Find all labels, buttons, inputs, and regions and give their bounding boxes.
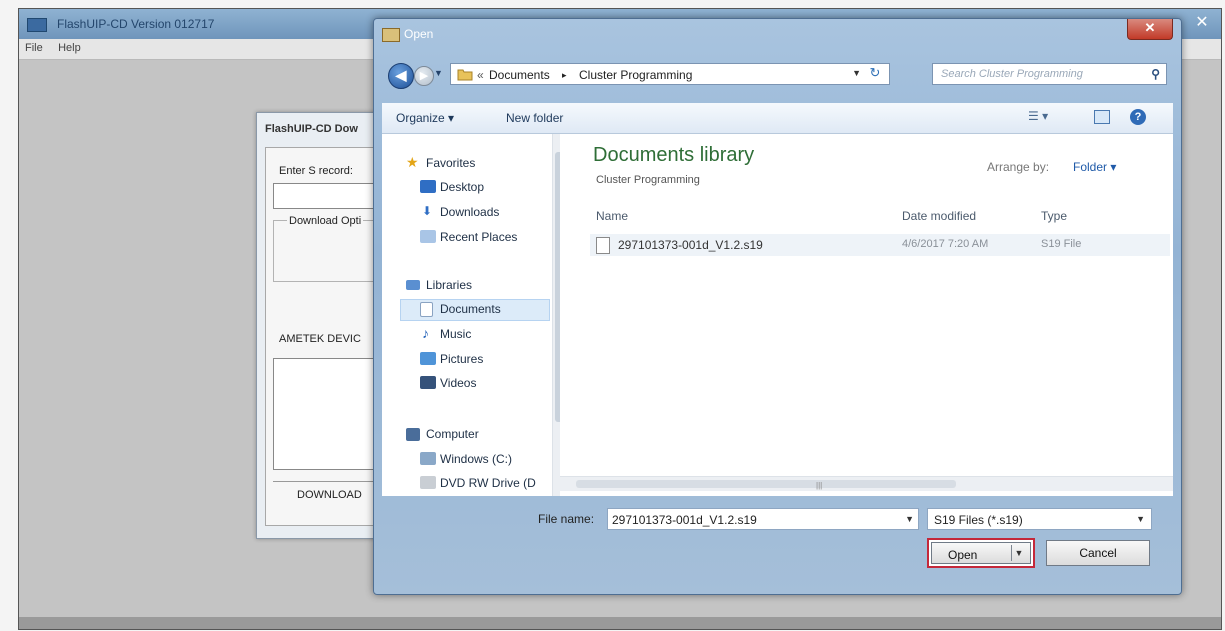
open-split-dropdown-icon[interactable]: ▼	[1011, 545, 1026, 561]
nav-libraries[interactable]: Libraries	[426, 278, 472, 292]
folder-icon	[457, 69, 473, 81]
pictures-icon	[420, 352, 436, 365]
nav-music[interactable]: Music	[440, 327, 471, 341]
preview-pane-icon[interactable]	[1094, 110, 1110, 124]
srecord-label: Enter S record:	[279, 165, 353, 177]
cancel-button[interactable]: Cancel	[1046, 540, 1150, 566]
nav-computer[interactable]: Computer	[426, 427, 479, 441]
computer-icon	[406, 428, 420, 441]
documents-icon	[420, 302, 433, 317]
file-date-modified: 4/6/2017 7:20 AM	[902, 238, 989, 250]
ametek-devices-label: AMETEK DEVIC	[279, 333, 361, 345]
column-header-name[interactable]: Name	[596, 209, 628, 223]
forward-button[interactable]: ▶	[414, 66, 434, 86]
filetype-dropdown-icon[interactable]: ▼	[1136, 514, 1145, 524]
scroll-grip-icon: |||	[816, 481, 823, 490]
column-header-date-modified[interactable]: Date modified	[902, 209, 976, 223]
navigation-pane: ★ Favorites Desktop ⬇ Downloads Recent P…	[382, 134, 561, 496]
close-button[interactable]: ✕	[1127, 19, 1173, 40]
nav-dvd-drive[interactable]: DVD RW Drive (D	[440, 476, 536, 490]
open-button-highlight: Open ▼	[927, 538, 1035, 568]
drive-icon	[420, 452, 436, 465]
srecord-input[interactable]	[273, 183, 375, 209]
nav-desktop[interactable]: Desktop	[440, 180, 484, 194]
nav-videos[interactable]: Videos	[440, 376, 476, 390]
dvd-drive-icon	[420, 476, 436, 489]
open-button[interactable]: Open ▼	[931, 542, 1031, 564]
menu-help[interactable]: Help	[52, 39, 87, 57]
menu-file[interactable]: File	[19, 39, 49, 57]
search-placeholder: Search Cluster Programming	[941, 68, 1083, 80]
help-icon[interactable]: ?	[1130, 109, 1146, 125]
file-list-pane: Documents library Cluster Programming Ar…	[560, 134, 1173, 496]
nav-documents[interactable]: Documents	[440, 302, 501, 316]
filetype-select[interactable]: S19 Files (*.s19) ▼	[927, 508, 1152, 530]
music-icon: ♪	[422, 325, 429, 341]
desktop-icon	[420, 180, 436, 193]
ametek-devices-list[interactable]	[273, 358, 385, 470]
breadcrumb-cluster-programming[interactable]: Cluster Programming	[579, 68, 692, 82]
file-type: S19 File	[1041, 238, 1082, 250]
arrange-by-label: Arrange by:	[987, 160, 1050, 174]
open-dialog-title: Open	[404, 27, 434, 41]
new-folder-button[interactable]: New folder	[506, 111, 563, 125]
change-view-icon[interactable]: ☰ ▾	[1028, 109, 1048, 123]
libraries-icon	[406, 280, 420, 290]
downloads-icon: ⬇	[422, 204, 433, 218]
column-header-type[interactable]: Type	[1041, 209, 1067, 223]
file-name: 297101373-001d_V1.2.s19	[618, 238, 763, 252]
videos-icon	[420, 376, 436, 389]
filename-value: 297101373-001d_V1.2.s19	[612, 513, 757, 527]
app-title: FlashUIP-CD Version 012717	[57, 17, 215, 31]
back-button[interactable]: ◀	[388, 63, 414, 89]
file-icon	[596, 237, 610, 254]
arrange-by-dropdown[interactable]: Folder ▾	[1073, 160, 1116, 174]
filename-label: File name:	[538, 512, 595, 526]
open-file-dialog: Open ✕ ◀ ▶ ▼ « Documents ▸ Cluster Progr…	[373, 18, 1182, 595]
nav-favorites[interactable]: Favorites	[426, 156, 475, 170]
library-subtitle: Cluster Programming	[596, 174, 700, 186]
search-icon[interactable]: ⚲	[1151, 67, 1160, 81]
app-close-button[interactable]: ✕	[1191, 13, 1213, 33]
open-button-label: Open	[948, 548, 978, 562]
download-options-label: Download Opti	[287, 215, 364, 227]
search-input[interactable]: Search Cluster Programming ⚲	[932, 63, 1167, 85]
organize-button[interactable]: Organize ▾	[396, 111, 454, 125]
filetype-value: S19 Files (*.s19)	[934, 513, 1023, 527]
file-row[interactable]: 297101373-001d_V1.2.s19 4/6/2017 7:20 AM…	[590, 234, 1170, 256]
address-bar[interactable]: « Documents ▸ Cluster Programming ▼ ↻	[450, 63, 890, 85]
horizontal-scrollbar[interactable]: |||	[560, 476, 1173, 491]
nav-windows-c[interactable]: Windows (C:)	[440, 452, 512, 466]
filename-dropdown-icon[interactable]: ▼	[905, 514, 914, 524]
breadcrumb-documents[interactable]: Documents	[489, 68, 550, 82]
address-dropdown-icon[interactable]: ▼	[852, 68, 861, 78]
nav-pictures[interactable]: Pictures	[440, 352, 483, 366]
address-overflow: «	[477, 68, 484, 82]
app-statusbar	[19, 617, 1221, 629]
library-title: Documents library	[593, 144, 755, 166]
horizontal-scroll-thumb[interactable]: |||	[576, 480, 956, 490]
nav-recent-places[interactable]: Recent Places	[440, 230, 517, 244]
recent-places-icon	[420, 230, 436, 243]
nav-downloads[interactable]: Downloads	[440, 205, 499, 219]
app-icon	[27, 18, 47, 32]
star-icon: ★	[406, 154, 419, 170]
dialog-icon	[382, 28, 400, 42]
download-dialog-title: FlashUIP-CD Dow	[265, 123, 358, 135]
history-dropdown-icon[interactable]: ▼	[434, 68, 443, 78]
command-bar: Organize ▾ New folder ☰ ▾ ?	[382, 103, 1173, 134]
breadcrumb-separator[interactable]: ▸	[562, 70, 567, 81]
refresh-icon[interactable]: ↻	[865, 65, 885, 83]
filename-input[interactable]: 297101373-001d_V1.2.s19 ▼	[607, 508, 919, 530]
